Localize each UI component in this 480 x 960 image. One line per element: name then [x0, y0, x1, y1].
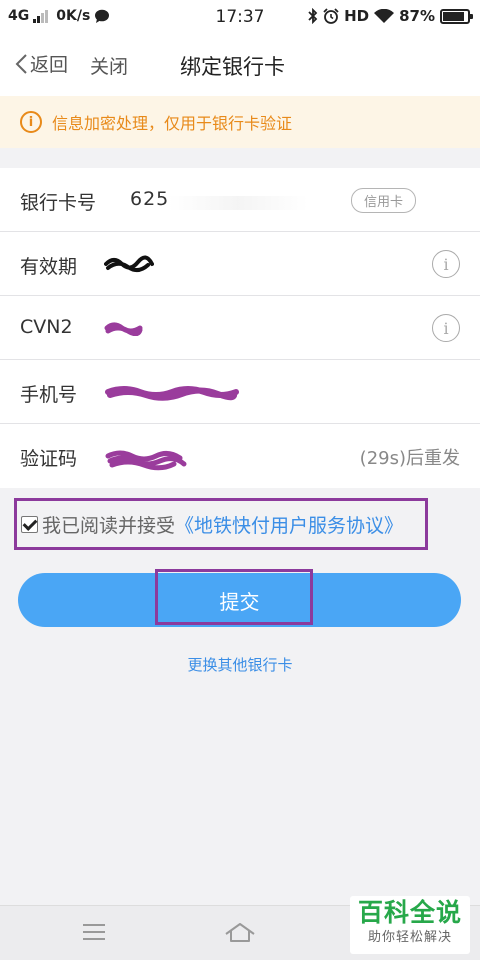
agreement-checkbox[interactable] [21, 515, 38, 533]
redacted-mask [168, 196, 308, 210]
status-bar: 4G 0K/s 17:37 HD 87% [0, 0, 480, 34]
chevron-left-icon [15, 53, 27, 74]
verification-code-label: 验证码 [20, 448, 78, 470]
menu-icon[interactable] [83, 924, 105, 942]
back-button[interactable]: 返回 [14, 50, 68, 77]
redaction-scribble [104, 255, 154, 272]
expiry-row[interactable]: 有效期 i [0, 232, 480, 296]
submit-button[interactable]: 提交 [18, 573, 461, 627]
hd-indicator: HD [344, 7, 370, 25]
page-title: 绑定银行卡 [180, 55, 285, 79]
cvn2-info-button[interactable]: i [432, 314, 460, 342]
card-number-row[interactable]: 银行卡号 625 信用卡 [0, 168, 480, 232]
phone-label: 手机号 [20, 384, 78, 406]
close-button[interactable]: 关闭 [90, 52, 128, 79]
redaction-scribble [105, 386, 239, 401]
status-right: HD 87% [308, 7, 473, 25]
card-type-badge: 信用卡 [351, 188, 417, 213]
info-icon: i [20, 111, 42, 133]
wifi-icon [374, 8, 395, 23]
resend-code-button[interactable]: (29s)后重发 [360, 444, 460, 470]
notice-text: 信息加密处理，仅用于银行卡验证 [52, 114, 293, 133]
battery-percent: 87% [399, 7, 435, 25]
back-label: 返回 [30, 54, 69, 76]
card-number-field[interactable]: 625 [130, 188, 169, 210]
phone-row[interactable]: 手机号 [0, 360, 480, 424]
change-card-link[interactable]: 更换其他银行卡 [0, 654, 480, 675]
redaction-scribble [105, 450, 187, 471]
watermark-subtitle: 助你轻松解决 [367, 930, 452, 945]
watermark-logo: 百科全说 助你轻松解决 [350, 896, 470, 954]
expiry-label: 有效期 [20, 256, 78, 278]
alarm-icon [323, 8, 339, 24]
home-icon[interactable] [224, 920, 256, 944]
cvn2-row[interactable]: CVN2 i [0, 296, 480, 360]
agreement-row: 我已阅读并接受 《地铁快付用户服务协议》 [14, 498, 428, 550]
card-form: 银行卡号 625 信用卡 有效期 i CVN2 i 手机号 验证码 (29s)后… [0, 168, 480, 488]
verification-code-row[interactable]: 验证码 (29s)后重发 [0, 424, 480, 488]
expiry-info-button[interactable]: i [432, 250, 460, 278]
card-number-label: 银行卡号 [20, 192, 97, 214]
agreement-text: 我已阅读并接受 [42, 514, 176, 537]
battery-fill [443, 11, 464, 21]
nav-bar: 返回 关闭 绑定银行卡 [0, 34, 480, 96]
bluetooth-icon [308, 8, 318, 24]
redaction-scribble [104, 322, 143, 336]
security-notice: i 信息加密处理，仅用于银行卡验证 [0, 96, 480, 148]
cvn2-label: CVN2 [20, 316, 73, 338]
agreement-link[interactable]: 《地铁快付用户服务协议》 [175, 511, 403, 538]
battery-icon [440, 8, 473, 24]
watermark-title: 百科全说 [357, 898, 462, 927]
